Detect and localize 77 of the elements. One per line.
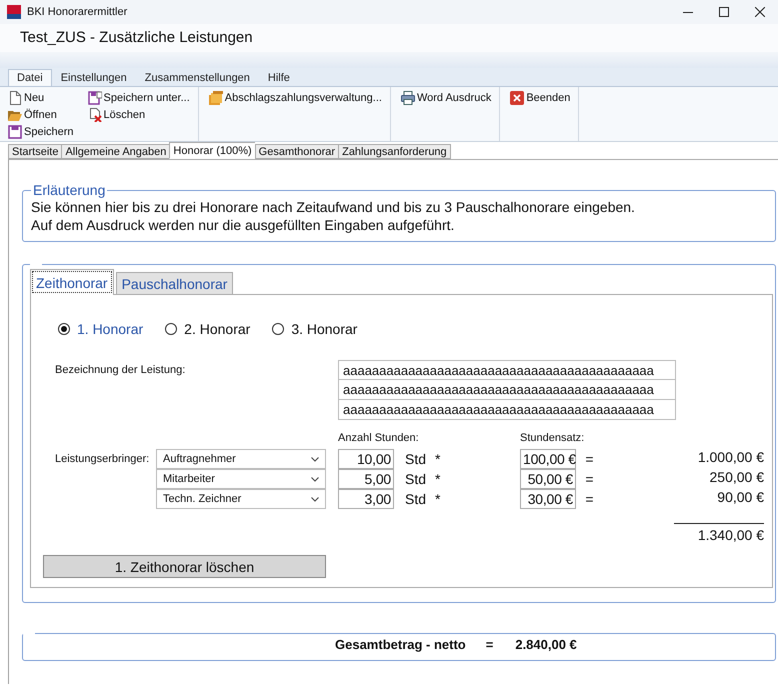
radio-option[interactable]: 1. Honorar [58,321,144,337]
subtotal-value: 1.340,00 € [674,523,764,543]
ribbon-tab[interactable]: Datei [8,69,52,86]
radio-button[interactable] [272,323,284,335]
chevron-down-icon [311,476,319,482]
ribbon-tab[interactable]: Hilfe [258,69,299,86]
radio-option[interactable]: 2. Honorar [165,321,250,337]
operator-sign: = [584,471,595,487]
operator-sign: * [435,451,442,467]
dropdown[interactable]: Techn. Zeichner [156,489,326,509]
dropdown-value: Techn. Zeichner [163,493,242,505]
input-field[interactable]: 30,00 € [520,489,576,509]
dropdown-value: Auftragnehmer [163,453,236,465]
input-field[interactable]: 50,00 € [520,469,576,489]
panel-tab[interactable]: Zeithonorar [30,269,114,295]
radio-button[interactable] [165,323,178,335]
ribbon-button[interactable]: Öffnen [6,106,74,123]
maximize-icon [719,7,729,17]
page-tab[interactable]: Allgemeine Angaben [61,144,170,159]
field-label: Bezeichnung der Leistung: [55,363,186,378]
input-field[interactable]: 3,00 [338,489,394,509]
page-tab[interactable]: Zahlungsanforderung [338,144,451,159]
folders-icon [208,90,223,104]
input-field[interactable]: 5,00 [338,469,394,489]
total-value: 2.840,00 € [515,637,577,652]
explanation-text: Sie können hier bis zu drei Honorare nach Zeitaufwand und bis zu 3 Pauschalhonorare eingeben. [31,198,636,216]
page-tab[interactable]: Honorar (100%) [169,142,255,159]
operator-sign: * [435,491,442,507]
close-icon [755,7,765,17]
input-field[interactable]: 10,00 [338,449,394,469]
ribbon-button[interactable]: Abschlagszahlungsverwaltung... [206,89,382,106]
chevron-down-icon [311,496,319,502]
dropdown[interactable]: Auftragnehmer [156,449,326,469]
operator-sign: * [435,471,442,487]
app-icon [7,5,21,19]
ribbon-button[interactable]: Speichern [6,123,74,140]
radio-option[interactable]: 3. Honorar [272,321,358,337]
ribbon-tab[interactable]: Zusammenstellungen [136,69,259,86]
field-label: Leistungserbringer: [55,453,150,465]
ribbon-button[interactable]: Neu [6,89,74,106]
close-icon [510,90,524,104]
ribbon-button[interactable]: Speichern unter... [86,89,190,106]
panel-tab[interactable]: Pauschalhonorar [116,272,234,294]
page-tab[interactable]: Startseite [8,144,62,159]
explanation-text: Auf dem Ausdruck werden nur die ausgefüllten Eingaben aufgeführt. [31,216,456,234]
unit-label: Std [405,491,428,507]
page-tab[interactable]: Gesamthonorar [254,144,338,159]
operator-sign: = [584,451,595,467]
unit-label: Std [405,471,428,487]
input-field[interactable]: aaaaaaaaaaaaaaaaaaaaaaaaaaaaaaaaaaaaaaaaaaa [338,380,676,400]
new-document-icon [8,90,22,104]
printer-icon [400,90,415,104]
group-title: Erläuterung [32,182,106,198]
input-field[interactable]: 100,00 € [520,449,576,469]
document-title: Test_ZUS - Zusätzliche Leistungen [0,24,778,52]
column-header: Anzahl Stunden: [338,432,420,446]
unit-label: Std [405,451,428,467]
dropdown[interactable]: Mitarbeiter [156,469,326,489]
input-field[interactable]: aaaaaaaaaaaaaaaaaaaaaaaaaaaaaaaaaaaaaaaaaaa [338,360,676,380]
ribbon-button[interactable]: Beenden [508,89,570,106]
chevron-down-icon [311,456,319,462]
amount-value: 250,00 € [708,469,764,485]
ribbon-button[interactable]: Löschen [86,106,190,123]
ribbon-tab[interactable]: Einstellungen [52,69,136,86]
window-title: BKI Honorarermittler [27,6,128,18]
delete-document-icon [88,108,102,122]
delete-button[interactable]: 1. Zeithonorar löschen [43,555,326,578]
ribbon-button[interactable]: Word Ausdruck [398,89,492,106]
radio-button[interactable] [58,323,70,335]
total-label: Gesamtbetrag - netto [335,637,466,652]
column-header: Stundensatz: [520,432,586,446]
equals-sign: = [486,637,494,652]
dropdown-value: Mitarbeiter [163,473,215,485]
amount-value: 1.000,00 € [696,449,764,465]
input-field[interactable]: aaaaaaaaaaaaaaaaaaaaaaaaaaaaaaaaaaaaaaaaaaa [338,400,676,420]
amount-value: 90,00 € [716,489,764,505]
operator-sign: = [584,491,595,507]
